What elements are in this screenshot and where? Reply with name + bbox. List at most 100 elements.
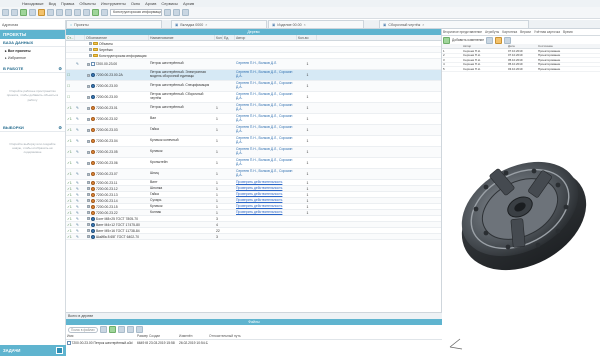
expand-icon[interactable]: + [87,84,90,88]
expand-icon[interactable]: + [87,193,90,196]
right-tab[interactable]: Картотека [502,30,517,34]
settings-icon[interactable] [38,9,45,16]
paste-icon[interactable] [83,9,90,16]
expand-icon[interactable]: + [87,139,90,143]
tab-document-3[interactable]: ▣ Сборочный чертёж × [379,20,529,28]
expand-icon[interactable]: + [87,106,90,110]
files-col-name[interactable]: Имя [66,334,136,339]
status-cell[interactable]: ✓1 [66,103,75,113]
table-row[interactable]: ✓1 ✎ +7200.00.23.05 Кулачок 1 Сергеев П.Н., В… [66,147,441,158]
tab-projects[interactable]: ⌂ Проекты [66,20,162,28]
col-status[interactable]: Ст... [66,35,75,40]
tab-document-2[interactable]: ▣ Изделие 00.00 × [268,20,364,28]
chuck-3d-model[interactable] [442,89,600,356]
projects-header[interactable]: ПРОЕКТЫ [0,30,65,39]
expand-icon[interactable]: + [87,150,90,154]
version-row[interactable]: 5 Сергеев П.Н. 03.10.2019 Проектирование [442,67,600,72]
expand-icon[interactable]: + [87,205,90,208]
col-title[interactable]: Наименование [149,35,215,40]
status-cell[interactable]: ✓1 [66,125,75,135]
copy-icon[interactable] [74,9,81,16]
tab-document-1[interactable]: ▣ Вкладка 0000 × [171,20,267,28]
menu-item[interactable]: Находимые [22,1,44,6]
save-icon[interactable] [20,9,27,16]
col-designation[interactable]: Обозначение [85,35,149,40]
refresh-icon[interactable] [29,9,36,16]
status-cell[interactable]: ✓1 [66,169,75,179]
expand-icon[interactable]: + [87,181,90,184]
expand-icon[interactable]: + [87,223,90,226]
table-row[interactable]: ✓1 ✎ +7200.00.23.02 Вал 1 Сергеев П.Н., Волко… [66,114,441,125]
status-cell[interactable]: ✓1 [66,216,75,221]
menu-item[interactable]: Вид [49,1,56,6]
author-cell[interactable]: Проверить действительность [235,186,297,191]
table-row[interactable]: ✓1 ✎ +7200.00.23.01 Петрок шестерённый 1 Серг… [66,103,441,114]
expand-icon[interactable]: + [87,95,90,99]
gear-icon[interactable]: ⚙ [58,125,62,130]
files-col-modified[interactable]: Изменён [178,334,208,339]
table-row[interactable]: ☐ +7200.00.23.00.2А Петрок шестерённый. Эл… [66,70,441,81]
status-cell[interactable]: ✓1 [66,136,75,146]
author-cell[interactable]: Проверить действительность [235,180,297,185]
status-cell[interactable]: ✓1 [66,222,75,227]
expand-icon[interactable]: + [89,54,92,57]
download-icon[interactable] [127,326,134,333]
files-col-path[interactable]: Относительный путь [208,334,268,339]
col-qty[interactable]: Кол... [215,35,223,40]
status-cell[interactable]: ☐ [66,81,75,91]
versions-col-author[interactable]: Автор [462,44,507,48]
expand-icon[interactable]: + [89,42,92,45]
expand-icon[interactable]: + [87,235,90,238]
gear-icon[interactable]: ⚙ [58,66,62,71]
status-cell[interactable]: ✓1 [66,158,75,168]
status-cell[interactable]: ✓1 [66,198,75,203]
tasks-bar[interactable]: ЗАДАЧИ [0,345,66,356]
expand-icon[interactable]: + [87,128,90,132]
right-tab[interactable]: Время [563,30,573,34]
close-icon[interactable]: × [205,23,207,27]
expand-icon[interactable]: + [87,199,90,202]
versions-col-state[interactable]: Состояние [537,44,587,48]
in-work-header[interactable]: В РАБОТЕ ⚙ [0,65,65,73]
author-cell[interactable]: Проверить действительность [235,192,297,197]
status-cell[interactable]: ✓1 [66,147,75,157]
new-icon[interactable] [2,9,9,16]
search-icon[interactable] [100,326,107,333]
right-tab[interactable]: Учётная карточка [534,30,560,34]
right-tab[interactable]: Версии [520,30,531,34]
table-row[interactable]: ☐ +7200.00.23.00 Петрок шестерённый. Сборо… [66,92,441,103]
table-icon[interactable] [173,9,180,16]
open-icon[interactable] [11,9,18,16]
filter-icon[interactable] [101,9,108,16]
menu-item[interactable]: Сервисы [161,1,178,6]
add-file-icon[interactable] [109,326,116,333]
delete-icon[interactable] [495,36,503,44]
author-cell[interactable]: Проверить действительность [235,210,297,215]
expand-icon[interactable]: + [87,117,90,121]
right-tab[interactable]: Атрибуты [485,30,499,34]
versions-col-num[interactable] [442,44,462,48]
files-col-created[interactable]: Создан [148,334,178,339]
cut-icon[interactable] [65,9,72,16]
add-change-icon[interactable] [443,36,450,44]
forward-icon[interactable] [56,9,63,16]
status-cell[interactable] [66,41,75,46]
status-cell[interactable]: ✓1 [66,204,75,209]
tasks-toggle-icon[interactable] [56,347,63,354]
status-cell[interactable]: ✓1 [66,114,75,124]
menu-item[interactable]: Инструменты [101,1,126,6]
table-row[interactable]: ✎ +7200.00.23.00 Петрок шестерённый Сергеев… [66,59,441,70]
add-change-label[interactable]: Добавить изменение [452,38,484,42]
expand-icon[interactable]: + [87,211,90,214]
status-cell[interactable]: ✓1 [66,228,75,233]
grid-icon[interactable] [136,326,143,333]
table-row[interactable]: ✓1 ✎ +7200.00.23.04 Кулачок конечный 1 Сергее… [66,136,441,147]
table-row[interactable]: ✓1 ✎ +7200.00.23.07 Шпиц 1 Сергеев П.Н., Волк… [66,169,441,180]
expand-icon[interactable]: + [87,217,90,220]
status-cell[interactable] [66,47,75,52]
expand-icon[interactable]: + [87,229,90,232]
dropdown-icon[interactable] [182,9,189,16]
database-header[interactable]: БАЗА ДАННЫХ [0,39,65,47]
all-projects-item[interactable]: ▸ Все проекты [0,47,65,54]
menu-item[interactable]: Объекты [79,1,96,6]
